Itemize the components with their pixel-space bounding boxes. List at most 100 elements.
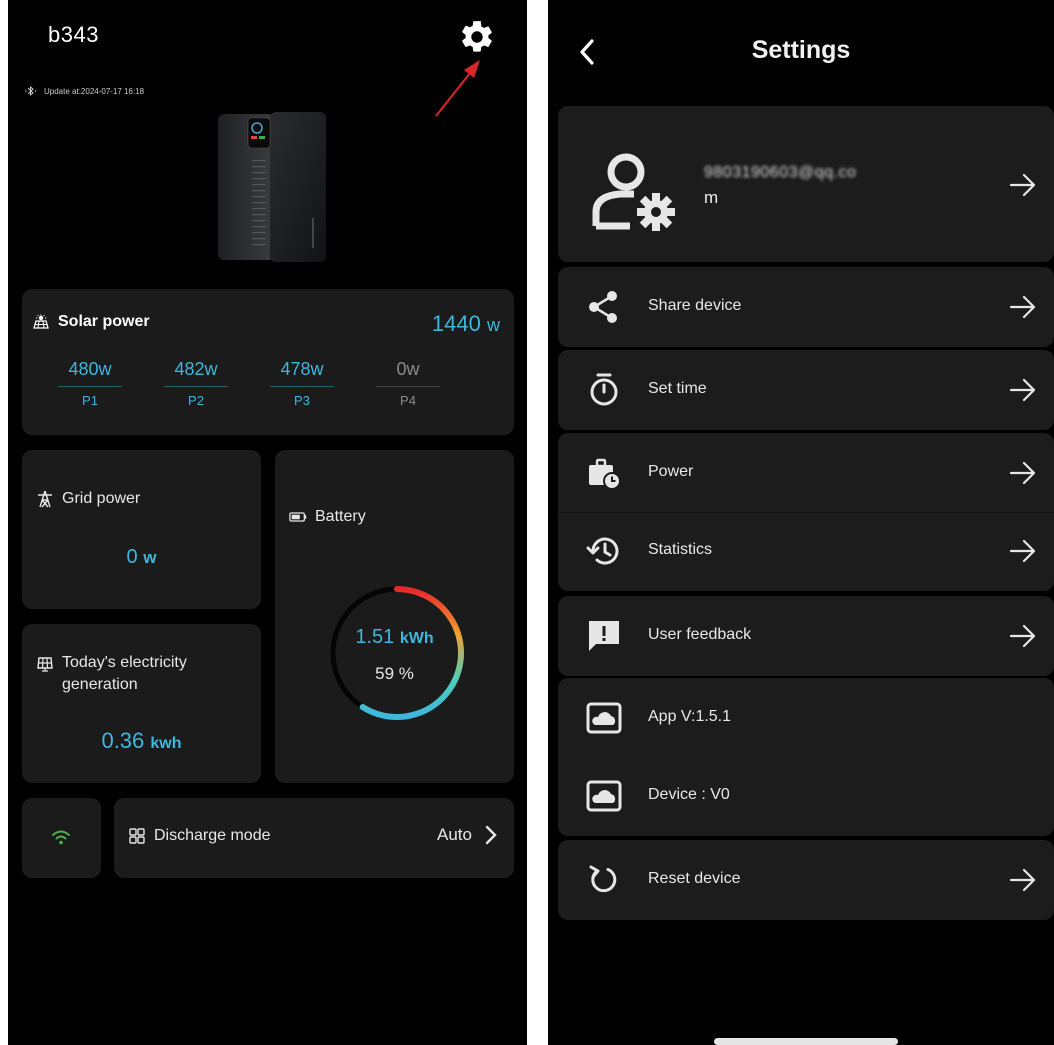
- pv-panel-p4: 0w P4: [376, 359, 440, 408]
- device-dashboard-screen: b343 Update at:2024-07-17 16:18 Solar po…: [8, 0, 527, 1045]
- solar-total: 1440 w: [432, 311, 500, 337]
- solar-grid-icon: [37, 657, 53, 672]
- app-version-row: App V:1.5.1: [558, 678, 1054, 758]
- pv-panel-value: 0w: [376, 359, 440, 387]
- battery-energy-unit: kWh: [399, 630, 434, 647]
- settings-item-label: Share device: [648, 297, 742, 314]
- pv-panel-label: P2: [188, 393, 204, 408]
- arrow-right-icon: [1009, 539, 1036, 563]
- solar-title: Solar power: [32, 313, 150, 331]
- update-status: Update at:2024-07-17 16:18: [24, 85, 144, 97]
- battery-title-label: Battery: [315, 508, 366, 525]
- device-name: b343: [48, 22, 99, 47]
- version-info-card: App V:1.5.1 Device : V0: [558, 678, 1054, 836]
- user-settings-icon: [592, 153, 675, 231]
- settings-item-label: Set time: [648, 380, 707, 397]
- pv-panel-label: P1: [82, 393, 98, 408]
- pv-panel-value: 478w: [270, 359, 334, 387]
- history-icon: [586, 537, 619, 565]
- settings-item-set-time[interactable]: Set time: [558, 350, 1054, 430]
- arrow-right-icon: [1009, 295, 1036, 319]
- reset-device-card[interactable]: Reset device: [558, 840, 1054, 920]
- battery-energy: 1.51 kWh: [275, 626, 514, 649]
- wifi-status-card[interactable]: [22, 798, 101, 878]
- page-title: Settings: [751, 36, 851, 64]
- pv-panel-value: 480w: [58, 359, 122, 387]
- power-statistics-card: Power Statistics: [558, 433, 1054, 591]
- settings-item-reset-device[interactable]: Reset device: [558, 840, 1054, 920]
- settings-item-label: User feedback: [648, 626, 752, 643]
- user-feedback-card[interactable]: User feedback: [558, 596, 1054, 676]
- grid-value-unit: w: [143, 548, 157, 567]
- share-icon: [589, 291, 617, 323]
- settings-item-label: Power: [648, 463, 694, 480]
- battery-title: Battery: [289, 508, 366, 526]
- today-generation-card[interactable]: Today's electricity generation 0.36 kwh: [22, 624, 261, 783]
- discharge-title: Discharge mode: [128, 827, 271, 845]
- discharge-title-label: Discharge mode: [154, 827, 271, 844]
- pv-panel-list: 480w P1 482w P2 478w P3 0w P4: [58, 359, 440, 408]
- wifi-icon: [52, 830, 70, 845]
- power-schedule-icon: [589, 458, 621, 490]
- battery-icon: [289, 512, 307, 522]
- solar-panel-icon: [33, 314, 49, 329]
- set-time-card[interactable]: Set time: [558, 350, 1054, 430]
- generation-value-number: 0.36: [101, 728, 145, 753]
- annotation-arrow: [435, 60, 480, 117]
- battery-level-ring: [330, 586, 464, 720]
- discharge-value: Auto: [437, 824, 498, 846]
- generation-title: Today's electricity generation: [36, 652, 187, 696]
- settings-item-share-device[interactable]: Share device: [558, 267, 1054, 347]
- arrow-right-icon: [1009, 868, 1036, 892]
- arrow-right-icon: [1009, 378, 1036, 402]
- settings-item-label: Statistics: [648, 541, 713, 558]
- settings-item-statistics[interactable]: Statistics: [558, 511, 1054, 591]
- chevron-right-icon: [485, 825, 497, 845]
- account-card[interactable]: 9803190603@qq.co m: [558, 106, 1054, 262]
- battery-ring-fill: [359, 586, 464, 720]
- account-email-masked: 9803190603@qq.co: [704, 164, 857, 181]
- share-device-card[interactable]: Share device: [558, 267, 1054, 347]
- app-version-label: App V:1.5.1: [648, 708, 732, 725]
- settings-gear-icon[interactable]: [458, 18, 496, 56]
- settings-item-power[interactable]: Power: [558, 433, 1054, 513]
- timer-icon: [590, 373, 618, 406]
- pv-panel-label: P4: [400, 393, 416, 408]
- pv-panel-p1: 480w P1: [58, 359, 122, 408]
- grid-title-label: Grid power: [62, 490, 141, 507]
- battery-card[interactable]: Battery 1.51 kWh 59 %: [275, 450, 514, 783]
- arrow-right-icon: [1009, 624, 1036, 648]
- solar-total-value: 1440: [431, 311, 481, 336]
- settings-item-user-feedback[interactable]: User feedback: [558, 596, 1054, 676]
- pv-panel-value: 482w: [164, 359, 228, 387]
- settings-item-label: Reset device: [648, 870, 741, 887]
- solar-total-unit: w: [487, 315, 500, 335]
- generation-title-line1: Today's electricity: [62, 654, 187, 671]
- power-tower-icon: [38, 490, 52, 508]
- device-image: [218, 112, 326, 262]
- account-email-suffix: m: [704, 188, 719, 207]
- feedback-icon: [589, 621, 619, 651]
- generation-title-line2: generation: [62, 676, 138, 693]
- home-indicator[interactable]: [714, 1038, 898, 1045]
- reset-icon: [589, 865, 617, 893]
- battery-energy-value: 1.51: [355, 626, 395, 648]
- arrow-right-icon: [1009, 461, 1036, 485]
- grid-power-card[interactable]: Grid power 0 w: [22, 450, 261, 609]
- generation-value-unit: kwh: [150, 735, 182, 752]
- bluetooth-icon: [25, 85, 37, 97]
- discharge-mode-card[interactable]: Discharge mode Auto: [114, 798, 514, 878]
- update-time: Update at:2024-07-17 16:18: [44, 86, 145, 96]
- cloud-icon: [586, 702, 622, 734]
- grid-value: 0 w: [22, 546, 261, 569]
- generation-value: 0.36 kwh: [22, 728, 261, 754]
- pv-panel-p3: 478w P3: [270, 359, 334, 408]
- pv-panel-p2: 482w P2: [164, 359, 228, 408]
- solar-title-label: Solar power: [58, 313, 150, 330]
- grid-value-number: 0: [126, 546, 138, 568]
- arrow-right-icon: [1009, 173, 1036, 197]
- cloud-icon: [586, 780, 622, 812]
- device-version-row: Device : V0: [558, 756, 1054, 836]
- solar-power-card[interactable]: Solar power 1440 w 480w P1 482w P2 478w …: [22, 289, 514, 435]
- pv-panel-label: P3: [294, 393, 310, 408]
